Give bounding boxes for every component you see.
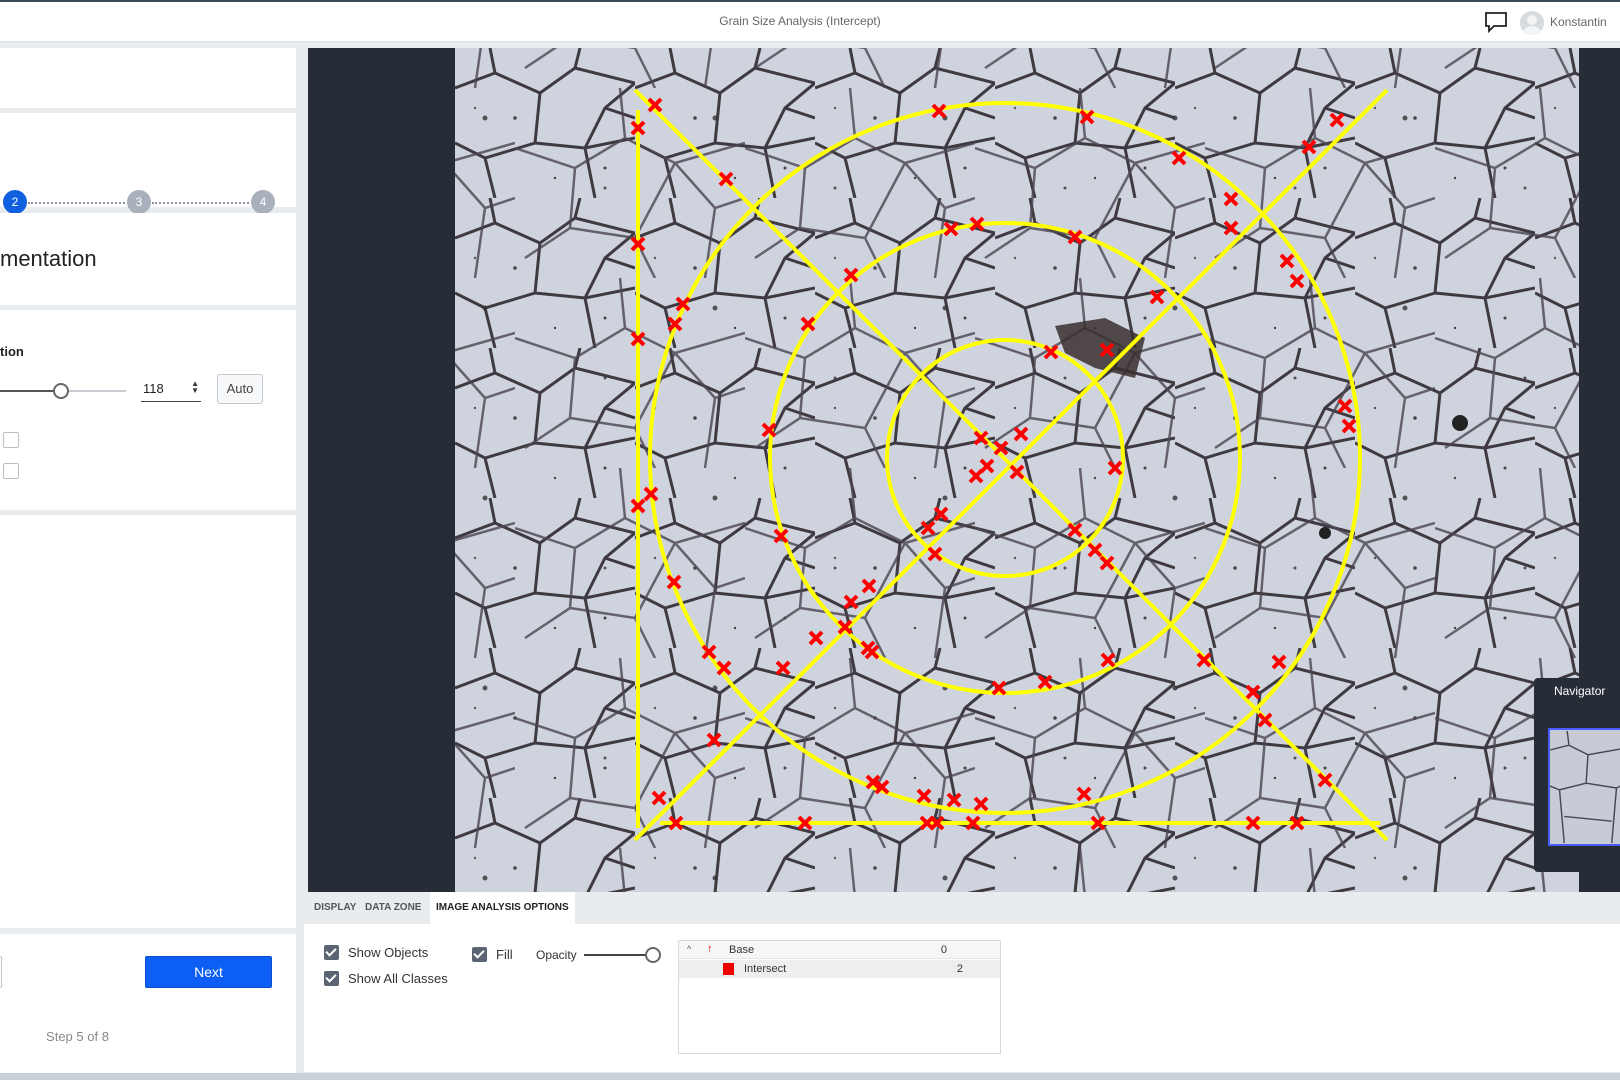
- spinner-arrows-icon[interactable]: ▲ ▼: [191, 380, 199, 395]
- tab-bar: DISPLAY DATA ZONE IMAGE ANALYSIS OPTIONS: [304, 892, 1620, 924]
- tab-display[interactable]: DISPLAY: [308, 892, 362, 924]
- avatar-icon[interactable]: [1520, 11, 1544, 35]
- show-all-classes-label: Show All Classes: [348, 971, 448, 986]
- section-title: mentation: [0, 246, 97, 271]
- opacity-slider-handle[interactable]: [645, 947, 661, 963]
- panel-header-card: [0, 48, 296, 108]
- class-color-swatch: [723, 963, 734, 975]
- option-checkbox[interactable]: [3, 463, 19, 479]
- navigator-thumbnail[interactable]: [1548, 728, 1620, 846]
- chat-icon[interactable]: [1484, 11, 1508, 33]
- step-2[interactable]: 2: [3, 190, 27, 214]
- section-title-card: mentation: [0, 213, 296, 305]
- workflow-panel: 2 3 4 mentation tion 118 ▲ ▼ Auto Next St…: [0, 48, 296, 1073]
- fill-label: Fill: [496, 947, 513, 962]
- option-checkbox[interactable]: [3, 432, 19, 448]
- class-list: ^ ↑ Base 0 Intersect 2: [678, 940, 1001, 1054]
- user-name[interactable]: Konstantin: [1550, 15, 1607, 29]
- image-viewer[interactable]: [308, 48, 1620, 892]
- threshold-slider-fill: [0, 390, 60, 392]
- threshold-value: 118: [143, 381, 164, 396]
- class-name: Intersect: [744, 963, 787, 975]
- subsection-label: tion: [0, 344, 24, 359]
- class-row-intersect[interactable]: Intersect 2: [679, 960, 1000, 978]
- class-count: 2: [956, 963, 963, 975]
- threshold-card: tion 118 ▲ ▼ Auto: [0, 310, 296, 510]
- show-all-classes-checkbox[interactable]: [324, 971, 339, 986]
- tab-data-zone[interactable]: DATA ZONE: [359, 892, 427, 924]
- show-objects-label: Show Objects: [348, 945, 429, 960]
- threshold-value-input[interactable]: 118 ▲ ▼: [141, 376, 201, 402]
- step-counter: Step 5 of 8: [46, 1029, 109, 1044]
- fill-checkbox[interactable]: [472, 947, 487, 962]
- next-button[interactable]: Next: [145, 956, 272, 988]
- micrograph-image[interactable]: [455, 48, 1579, 892]
- analysis-options-panel: DISPLAY DATA ZONE IMAGE ANALYSIS OPTIONS…: [304, 892, 1620, 1072]
- title-bar: Grain Size Analysis (Intercept) Konstant…: [0, 0, 1620, 42]
- back-button[interactable]: [0, 956, 2, 988]
- navigator-title: Navigator: [1554, 684, 1606, 698]
- class-count: 0: [940, 944, 947, 956]
- collapse-caret-icon[interactable]: ^: [687, 944, 691, 954]
- window-bottom-edge: [0, 1073, 1620, 1080]
- tab-image-analysis-options[interactable]: IMAGE ANALYSIS OPTIONS: [430, 892, 575, 924]
- app-title: Grain Size Analysis (Intercept): [719, 14, 881, 28]
- opacity-label: Opacity: [536, 948, 577, 962]
- class-row-base[interactable]: ^ ↑ Base 0: [679, 941, 1000, 959]
- panel-body-card: [0, 515, 296, 928]
- navigator-panel[interactable]: Navigator: [1534, 678, 1620, 872]
- threshold-slider-handle[interactable]: [53, 383, 69, 399]
- auto-button[interactable]: Auto: [217, 374, 263, 404]
- stepper-connector: [152, 202, 260, 204]
- class-name: Base: [729, 944, 755, 956]
- stepper-connector: [28, 202, 136, 204]
- class-arrow-icon: ↑: [707, 943, 713, 955]
- step-4[interactable]: 4: [251, 190, 275, 214]
- footer-card: Next Step 5 of 8: [0, 934, 296, 1073]
- show-objects-checkbox[interactable]: [324, 945, 339, 960]
- step-3[interactable]: 3: [127, 190, 151, 214]
- stepper-card: 2 3 4: [0, 113, 296, 214]
